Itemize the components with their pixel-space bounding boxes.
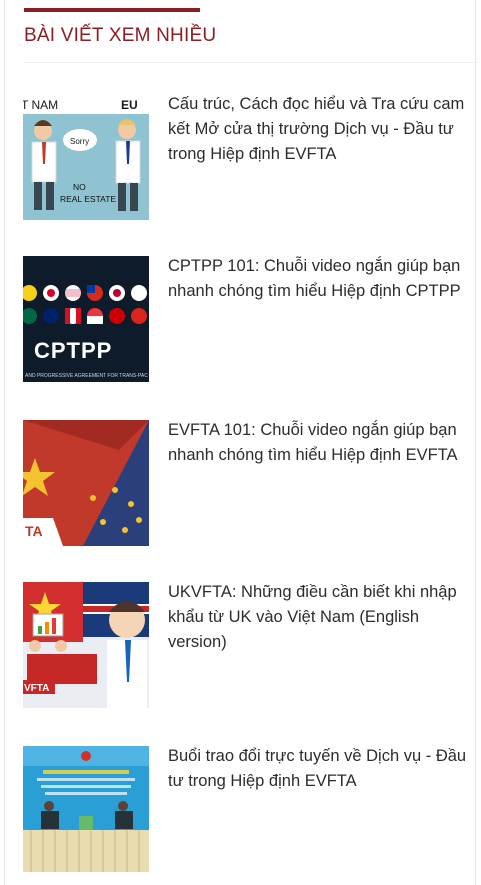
- sign-line-1: NO: [73, 182, 86, 192]
- ukvfta-animation-image: VFTA: [23, 582, 149, 708]
- left-country-label: T NAM: [23, 98, 58, 112]
- widget-title: BÀI VIẾT XEM NHIỀU: [24, 25, 217, 46]
- article-item[interactable]: TA EVFTA 101: Chuỗi video ngắn giúp bạn …: [23, 420, 463, 546]
- article-item[interactable]: CPTPP AND PROGRESSIVE AGREEMENT FOR TRAN…: [23, 256, 463, 382]
- article-thumbnail[interactable]: T NAM EU Sorry NO REAL ESTATE: [23, 94, 149, 220]
- article-title-link[interactable]: EVFTA 101: Chuỗi video ngắn giúp bạn nha…: [168, 418, 468, 468]
- article-title-link[interactable]: Buổi trao đổi trực tuyến về Dịch vụ - Đầ…: [168, 744, 468, 794]
- ukvfta-logo-fragment: VFTA: [24, 683, 49, 694]
- negotiation-illustration: T NAM EU Sorry NO REAL ESTATE: [23, 94, 149, 220]
- cptpp-subtitle: AND PROGRESSIVE AGREEMENT FOR TRANS-PAC: [25, 373, 148, 379]
- vietnam-eu-flags-image: TA: [23, 420, 149, 546]
- speech-bubble-text: Sorry: [70, 137, 89, 146]
- title-accent-bar: [24, 8, 200, 12]
- most-viewed-widget: BÀI VIẾT XEM NHIỀU T NAM EU Sorry NO REA…: [4, 0, 476, 885]
- divider: [24, 62, 475, 63]
- article-title-link[interactable]: CPTPP 101: Chuỗi video ngắn giúp bạn nha…: [168, 254, 468, 304]
- article-thumbnail[interactable]: TA: [23, 420, 149, 546]
- online-seminar-photo: [23, 746, 149, 872]
- sign-line-2: REAL ESTATE: [60, 194, 116, 204]
- article-item[interactable]: Buổi trao đổi trực tuyến về Dịch vụ - Đầ…: [23, 746, 466, 872]
- article-title-link[interactable]: UKVFTA: Những điều cần biết khi nhập khẩ…: [168, 580, 468, 655]
- right-country-label: EU: [121, 98, 138, 112]
- article-title-link[interactable]: Cấu trúc, Cách đọc hiểu và Tra cứu cam k…: [168, 92, 468, 167]
- cptpp-logo-text: CPTPP: [34, 338, 112, 363]
- evfta-logo-fragment: TA: [25, 523, 43, 539]
- cptpp-logo-image: CPTPP AND PROGRESSIVE AGREEMENT FOR TRAN…: [23, 256, 149, 382]
- article-thumbnail[interactable]: CPTPP AND PROGRESSIVE AGREEMENT FOR TRAN…: [23, 256, 149, 382]
- article-thumbnail[interactable]: VFTA: [23, 582, 149, 708]
- article-thumbnail[interactable]: [23, 746, 149, 872]
- article-item[interactable]: VFTA UKVFTA: Những điều cần biết khi nhậ…: [23, 582, 463, 708]
- article-item[interactable]: T NAM EU Sorry NO REAL ESTATE Cấu trúc, …: [23, 94, 464, 220]
